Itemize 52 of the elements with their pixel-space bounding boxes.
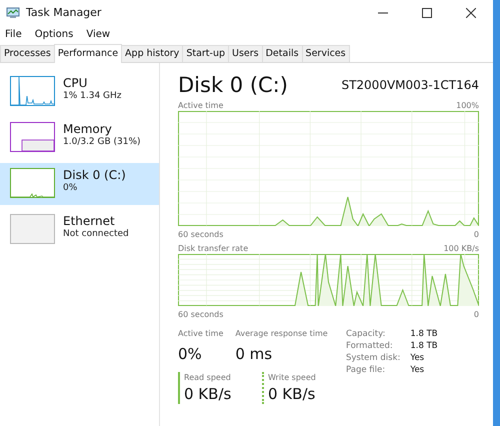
stat-value: 0% <box>178 344 203 364</box>
menu-item[interactable]: View <box>86 26 110 42</box>
property-value: 1.8 TB <box>410 328 438 340</box>
item-name: Disk 0 (C:) <box>63 168 126 182</box>
property-label: Formatted: <box>346 340 394 352</box>
close-icon <box>466 8 476 18</box>
item-detail: 0% <box>63 182 78 195</box>
axis-max-label: 100% <box>456 101 479 111</box>
sidebar-item[interactable]: Ethernet Not connected <box>0 209 159 251</box>
window-title: Task Manager <box>26 4 102 21</box>
speed-value: 0 KB/s <box>184 384 232 404</box>
stat-label: Average response time <box>235 328 328 340</box>
chart-label: Active time <box>178 101 224 111</box>
property-value: 1.8 TB <box>410 340 438 352</box>
item-name: CPU <box>63 76 88 90</box>
property-value: Yes <box>410 352 426 364</box>
stat-label: Active time <box>178 328 224 340</box>
app-icon <box>6 7 20 19</box>
property-label: System disk: <box>346 352 400 364</box>
speed-label: Read speed <box>184 372 232 384</box>
sidebar-item[interactable]: CPU 1% 1.34 GHz <box>0 71 159 113</box>
time-span-label: 60 seconds <box>178 230 224 240</box>
maximize-icon <box>422 8 432 18</box>
menu-item[interactable]: File <box>5 26 22 42</box>
property-label: Page file: <box>346 364 386 376</box>
tab[interactable]: Performance <box>54 44 122 63</box>
stat-value: 0 ms <box>235 344 274 364</box>
tab[interactable]: Details <box>262 45 303 62</box>
axis-max-label: 100 KB/s <box>444 244 479 254</box>
speed-value: 0 KB/s <box>268 384 316 404</box>
tab[interactable]: Processes <box>0 45 55 62</box>
sidebar-item[interactable]: Memory 1.0/3.2 GB (31%) <box>0 117 159 159</box>
menu-item[interactable]: Options <box>34 26 74 42</box>
chart-label: Disk transfer rate <box>178 244 248 254</box>
sidebar-item[interactable]: Disk 0 (C:) 0% <box>0 163 159 205</box>
tab[interactable]: App history <box>121 45 184 62</box>
panel-title: Disk 0 (C:) <box>178 73 288 97</box>
axis-min-label: 0 <box>474 230 479 240</box>
time-span-label: 60 seconds <box>178 310 224 320</box>
axis-min-label: 0 <box>474 310 479 320</box>
item-name: Ethernet <box>63 214 116 228</box>
item-detail: Not connected <box>63 228 129 241</box>
tab[interactable]: Users <box>228 45 263 62</box>
tab[interactable]: Start-up <box>182 45 229 62</box>
property-value: Yes <box>410 364 426 376</box>
tab[interactable]: Services <box>302 45 350 62</box>
item-name: Memory <box>63 122 113 136</box>
disk-model: ST2000VM003-1CT164 <box>341 77 479 94</box>
speed-label: Write speed <box>268 372 317 384</box>
property-label: Capacity: <box>346 328 386 340</box>
item-detail: 1.0/3.2 GB (31%) <box>63 136 141 149</box>
item-detail: 1% 1.34 GHz <box>63 90 122 103</box>
